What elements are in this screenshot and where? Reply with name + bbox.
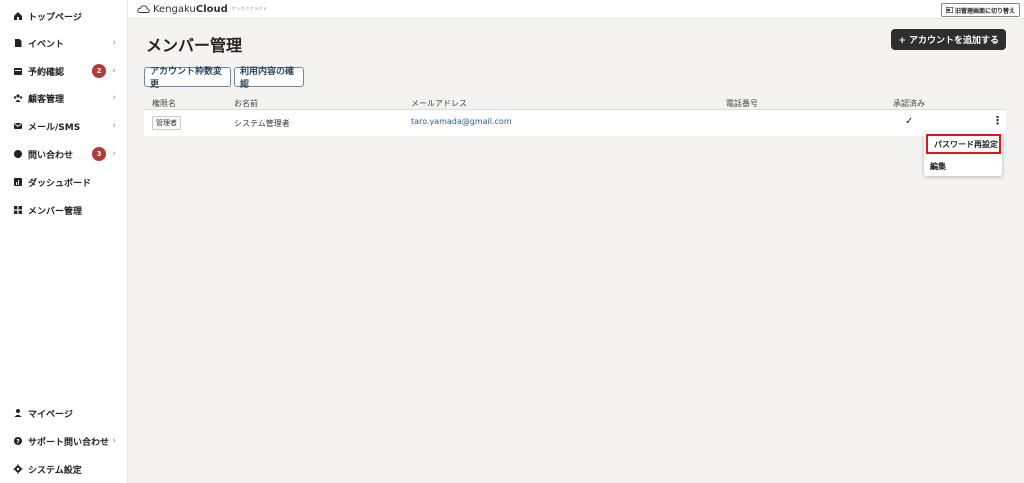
sidebar-item-label: メール/SMS xyxy=(28,122,81,133)
switch-old-admin-label: 旧管理画面に切り替え xyxy=(954,7,1015,15)
column-header-approved: 承認済み xyxy=(893,99,925,108)
customers-icon xyxy=(13,93,23,103)
add-account-button[interactable]: + アカウントを追加する xyxy=(891,29,1006,50)
gear-icon xyxy=(13,464,23,474)
sidebar-item-label: システム設定 xyxy=(28,465,82,476)
member-email: taro.yamada@gmail.com xyxy=(411,117,512,126)
chevron-right-icon: › xyxy=(112,66,116,76)
sidebar-item-mail[interactable]: メール/SMS › xyxy=(0,116,128,136)
sidebar-item-settings[interactable]: システム設定 xyxy=(0,459,128,479)
home-icon xyxy=(13,11,23,21)
row-actions-kebab-icon[interactable]: ⋮ xyxy=(992,115,1003,126)
sidebar-item-label: マイページ xyxy=(28,409,73,420)
brand-logo[interactable]: Kengaku Cloud ケンガククラウド xyxy=(137,4,268,15)
column-header-email: メールアドレス xyxy=(411,99,467,108)
document-icon xyxy=(13,38,23,48)
sidebar-item-label: ダッシュボード xyxy=(28,178,92,189)
usage-details-button[interactable]: 利用内容の確認 xyxy=(234,67,304,90)
sidebar-item-label: トップページ xyxy=(28,12,82,23)
sidebar-item-label: サポート問い合わせ xyxy=(28,437,110,448)
user-icon xyxy=(13,408,23,418)
chart-icon xyxy=(13,177,23,187)
sidebar-item-reservation[interactable]: 予約確認 2 › xyxy=(0,61,128,81)
sidebar-item-dashboard[interactable]: ダッシュボード xyxy=(0,172,128,192)
sidebar-item-label: 顧客管理 xyxy=(28,94,65,105)
sidebar-item-label: 予約確認 xyxy=(28,67,65,78)
chat-icon xyxy=(13,149,23,159)
member-name: システム管理者 xyxy=(234,119,290,128)
column-header-phone: 電話番号 xyxy=(726,99,758,108)
sidebar-item-support[interactable]: ? サポート問い合わせ › xyxy=(0,431,128,451)
sidebar-item-customers[interactable]: 顧客管理 › xyxy=(0,88,128,108)
notification-badge: 2 xyxy=(92,64,106,78)
column-header-role: 権限名 xyxy=(152,99,176,108)
help-icon: ? xyxy=(13,436,23,446)
chevron-right-icon: › xyxy=(112,436,116,446)
main-content: メンバー管理 + アカウントを追加する アカウント枠数変更 利用内容の確認 権限… xyxy=(128,19,1024,483)
switch-old-admin-button[interactable]: 旧管理画面に切り替え xyxy=(940,3,1020,17)
column-header-name: お名前 xyxy=(234,99,258,108)
page-title: メンバー管理 xyxy=(146,36,243,55)
menu-item-reset-password[interactable]: パスワード再設定 xyxy=(926,134,1001,154)
table-row: 管理者 システム管理者 taro.yamada@gmail.com ✓ ⋮ xyxy=(144,110,1006,136)
row-actions-menu: パスワード再設定 編集 xyxy=(924,132,1002,176)
sidebar-item-inquiry[interactable]: 問い合わせ 3 › xyxy=(0,144,128,164)
menu-item-edit[interactable]: 編集 xyxy=(924,156,1002,176)
brand-name-light: Kengaku xyxy=(153,3,196,15)
grid-icon xyxy=(13,205,23,215)
brand-name-bold: Cloud xyxy=(195,3,228,15)
svg-text:?: ? xyxy=(16,438,20,445)
sidebar-item-label: イベント xyxy=(28,39,65,50)
sidebar-item-label: 問い合わせ xyxy=(28,150,74,161)
notification-badge: 3 xyxy=(92,147,106,161)
role-tag: 管理者 xyxy=(152,116,181,130)
members-table: 権限名 お名前 メールアドレス 電話番号 承認済み 管理者 システム管理者 ta… xyxy=(144,95,1006,136)
cloud-logo-icon xyxy=(137,5,150,13)
sidebar-item-label: メンバー管理 xyxy=(28,206,83,217)
top-bar: Kengaku Cloud ケンガククラウド 旧管理画面に切り替え xyxy=(128,0,1024,19)
change-account-slots-button[interactable]: アカウント枠数変更 xyxy=(144,67,231,90)
chevron-right-icon: › xyxy=(112,93,116,103)
mail-icon xyxy=(13,121,23,131)
sidebar-item-mypage[interactable]: マイページ xyxy=(0,403,128,423)
calendar-icon xyxy=(13,66,23,76)
table-header: 権限名 お名前 メールアドレス 電話番号 承認済み xyxy=(144,95,1006,110)
sidebar-item-event[interactable]: イベント › xyxy=(0,33,128,53)
brand-kana: ケンガククラウド xyxy=(231,6,268,11)
chevron-right-icon: › xyxy=(112,38,116,48)
sidebar: トップページ イベント › 予約確認 2 › 顧客管理 › メール/SMS › … xyxy=(0,0,128,483)
chevron-right-icon: › xyxy=(112,121,116,131)
approved-check-icon: ✓ xyxy=(905,116,914,127)
sidebar-item-members[interactable]: メンバー管理 xyxy=(0,200,128,220)
chevron-right-icon: › xyxy=(112,149,116,159)
window-switch-icon xyxy=(945,7,953,13)
sidebar-item-top[interactable]: トップページ xyxy=(0,6,128,26)
